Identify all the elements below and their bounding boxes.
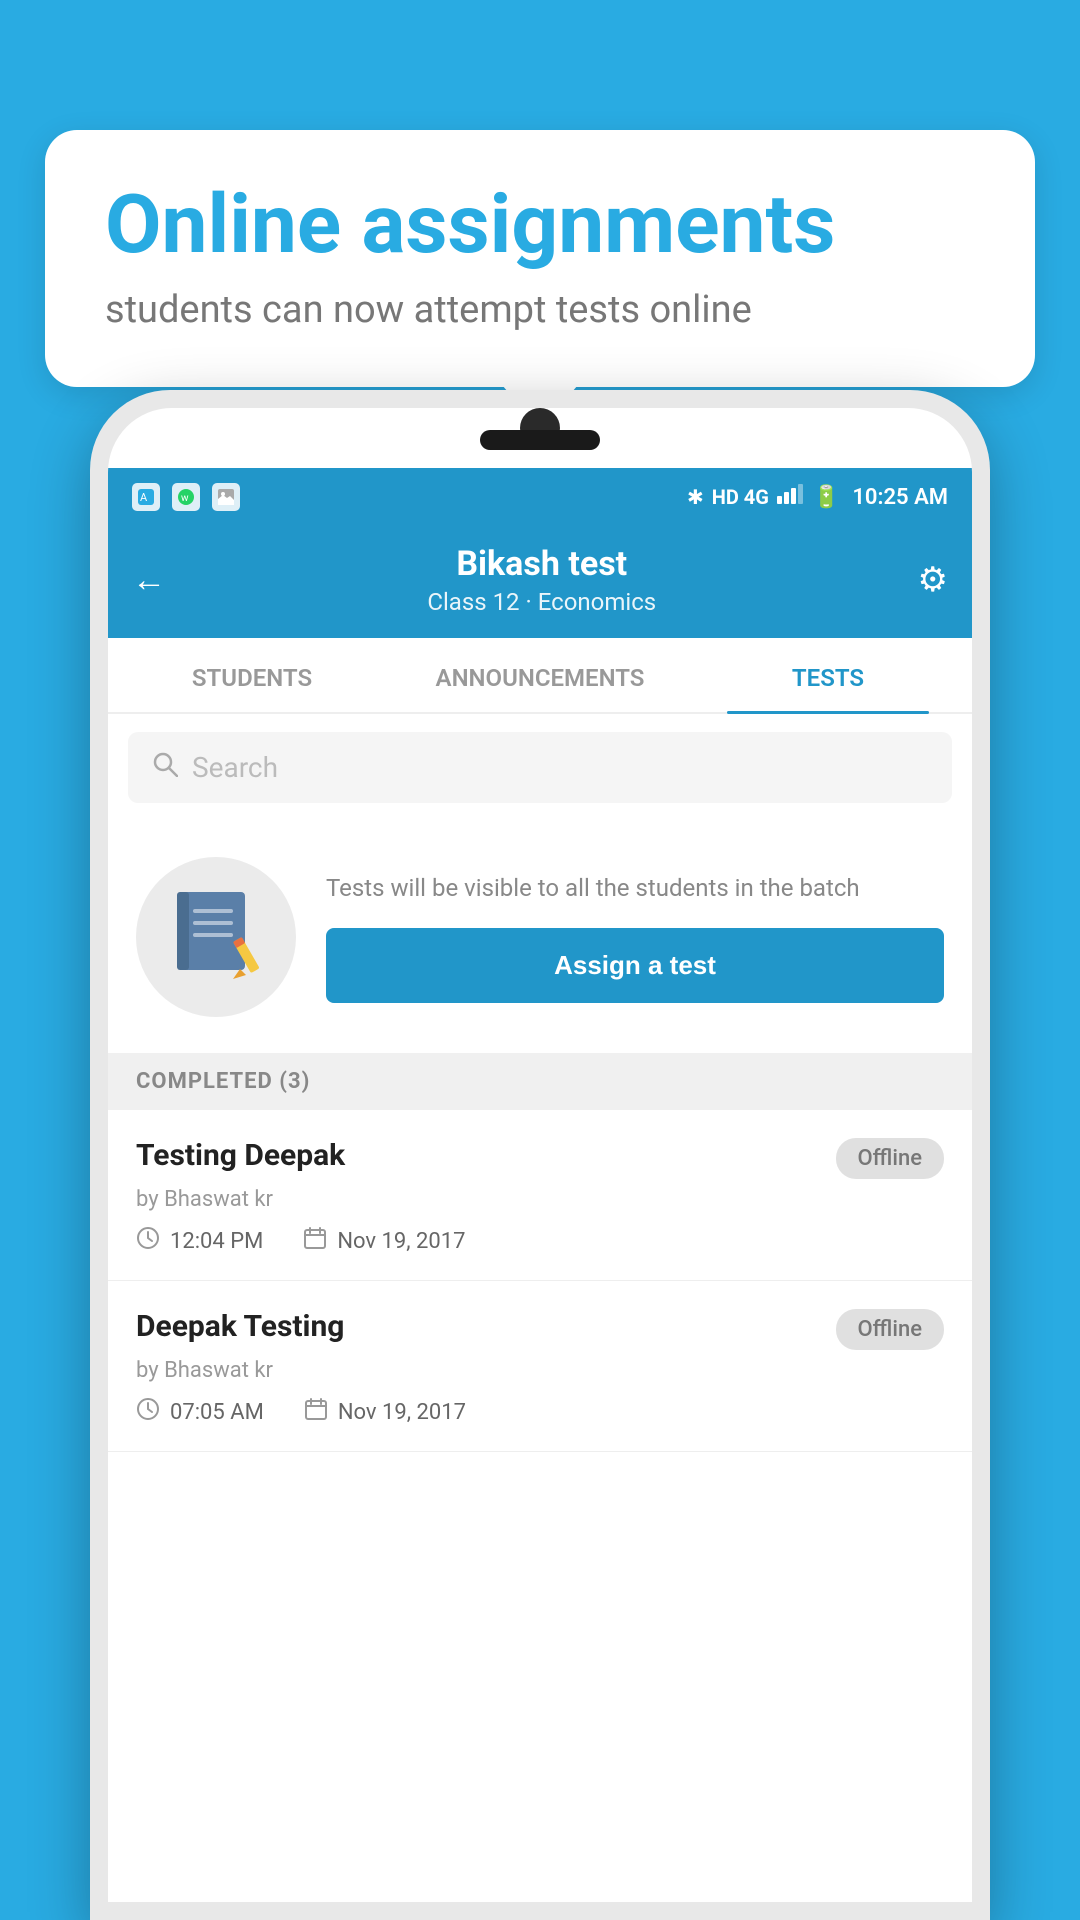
svg-text:w: w: [181, 493, 189, 504]
time-value-2: 07:05 AM: [170, 1400, 264, 1425]
test-meta-2: 07:05 AM Nov 19, 2017: [136, 1397, 944, 1427]
image-icon: [212, 483, 240, 511]
calendar-icon-2: [304, 1397, 328, 1427]
header-title: Bikash test: [427, 544, 656, 584]
speaker: [480, 430, 600, 450]
header-center: Bikash test Class 12 · Economics: [427, 544, 656, 616]
tab-announcements[interactable]: ANNOUNCEMENTS: [396, 638, 684, 712]
search-icon: [152, 750, 178, 785]
signal-icon: [777, 484, 805, 510]
search-placeholder: Search: [192, 751, 278, 784]
test-time-2: 07:05 AM: [136, 1397, 264, 1427]
test-item-header-2: Deepak Testing Offline: [136, 1309, 944, 1350]
assign-content: Tests will be visible to all the student…: [326, 871, 944, 1003]
test-date-1: Nov 19, 2017: [303, 1226, 465, 1256]
calendar-icon-1: [303, 1226, 327, 1256]
tab-bar: STUDENTS ANNOUNCEMENTS TESTS: [108, 638, 972, 714]
completed-section-header: COMPLETED (3): [108, 1053, 972, 1110]
header-subtitle: Class 12 · Economics: [427, 588, 656, 616]
test-item: Testing Deepak Offline by Bhaswat kr 12:…: [108, 1110, 972, 1281]
app1-icon: A: [132, 483, 160, 511]
bubble-subtitle: students can now attempt tests online: [105, 288, 975, 332]
whatsapp-icon: w: [172, 483, 200, 511]
assign-section: Tests will be visible to all the student…: [108, 821, 972, 1053]
offline-badge-1: Offline: [836, 1138, 944, 1179]
test-time-1: 12:04 PM: [136, 1226, 263, 1256]
status-bar: A w ✱ HD 4G: [108, 468, 972, 526]
settings-button[interactable]: ⚙: [918, 560, 948, 600]
phone-mockup: A w ✱ HD 4G: [90, 390, 990, 1920]
time-value-1: 12:04 PM: [170, 1229, 263, 1254]
speech-bubble: Online assignments students can now atte…: [45, 130, 1035, 387]
bubble-title: Online assignments: [105, 180, 975, 270]
app-header: ← Bikash test Class 12 · Economics ⚙: [108, 526, 972, 638]
phone-screen: A w ✱ HD 4G: [108, 408, 972, 1902]
time-display: 10:25 AM: [852, 485, 948, 510]
search-container: Search: [108, 714, 972, 821]
clock-icon-1: [136, 1226, 160, 1256]
tab-tests[interactable]: TESTS: [684, 638, 972, 712]
test-item-header-1: Testing Deepak Offline: [136, 1138, 944, 1179]
date-value-2: Nov 19, 2017: [338, 1400, 466, 1425]
clock-icon-2: [136, 1397, 160, 1427]
battery-icon: 🔋: [813, 485, 840, 510]
test-item-2: Deepak Testing Offline by Bhaswat kr 07:…: [108, 1281, 972, 1452]
test-date-2: Nov 19, 2017: [304, 1397, 466, 1427]
notebook-svg-icon: [171, 887, 261, 987]
status-right: ✱ HD 4G 🔋 10:25 AM: [687, 484, 948, 510]
search-bar[interactable]: Search: [128, 732, 952, 803]
test-author-2: by Bhaswat kr: [136, 1358, 944, 1383]
svg-text:A: A: [140, 491, 148, 504]
offline-badge-2: Offline: [836, 1309, 944, 1350]
assign-test-button[interactable]: Assign a test: [326, 928, 944, 1003]
test-name-2: Deepak Testing: [136, 1309, 344, 1344]
test-name-1: Testing Deepak: [136, 1138, 345, 1173]
tab-students[interactable]: STUDENTS: [108, 638, 396, 712]
test-meta-1: 12:04 PM Nov 19, 2017: [136, 1226, 944, 1256]
bluetooth-icon: ✱: [687, 485, 704, 509]
assign-icon-circle: [136, 857, 296, 1017]
test-author-1: by Bhaswat kr: [136, 1187, 944, 1212]
back-button[interactable]: ←: [132, 560, 166, 600]
status-icons-left: A w: [132, 483, 240, 511]
network-label: HD 4G: [712, 485, 769, 509]
date-value-1: Nov 19, 2017: [337, 1229, 465, 1254]
assign-info-text: Tests will be visible to all the student…: [326, 871, 944, 906]
